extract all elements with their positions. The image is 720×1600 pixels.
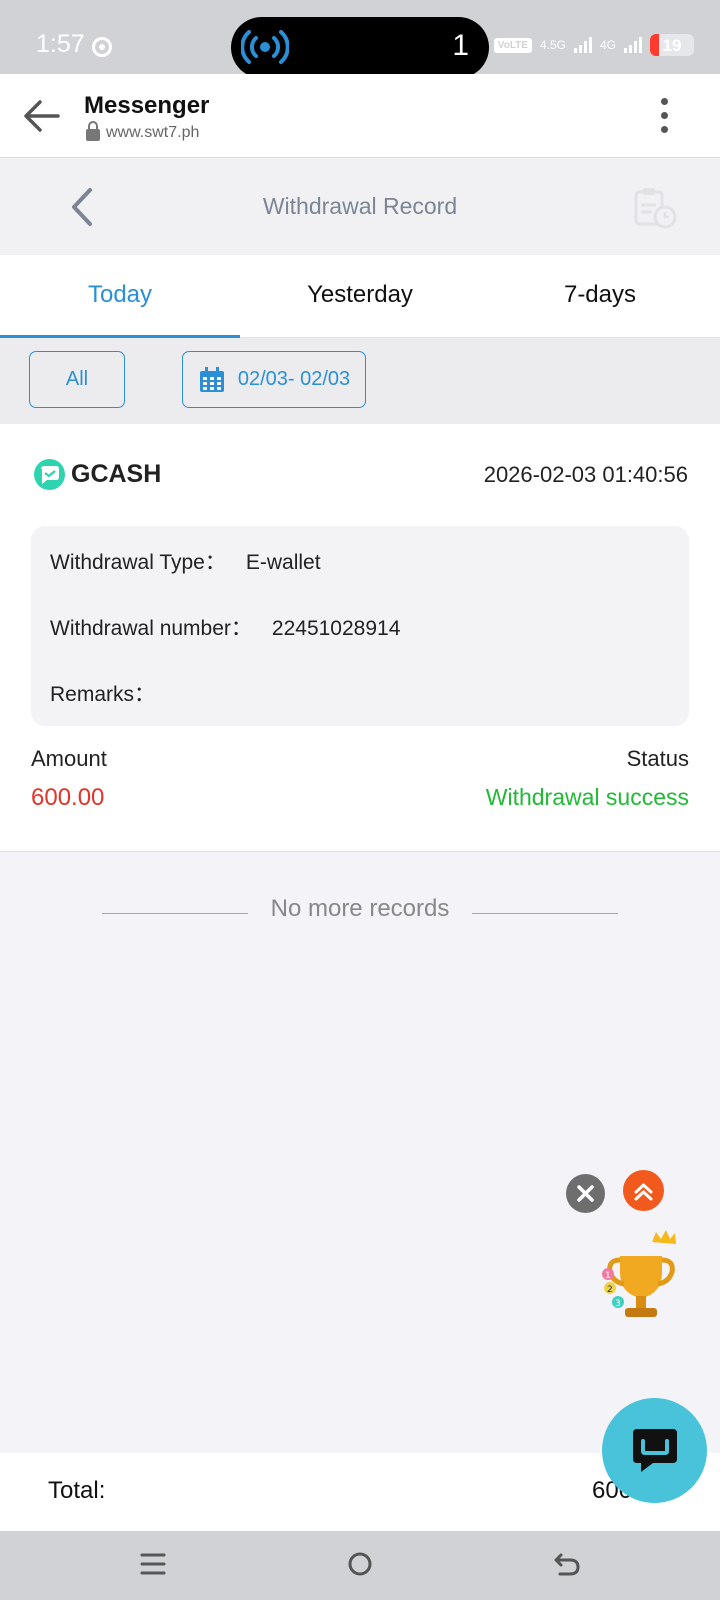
signal-icon (573, 37, 592, 53)
more-options-icon[interactable] (661, 98, 668, 133)
url-text: www.swt7.ph (106, 124, 200, 141)
back-icon[interactable] (552, 1549, 582, 1579)
system-nav-bar (0, 1531, 720, 1600)
menu-icon[interactable] (139, 1549, 167, 1579)
svg-text:3: 3 (615, 1299, 621, 1309)
tab-yesterday[interactable]: Yesterday (240, 255, 480, 337)
network-4g-label: 4G (599, 38, 616, 52)
status-bar: 1:57 1 VoLTE 4.5G 4G 19 (0, 0, 720, 78)
trophy-ranking-icon[interactable]: 1 2 3 (600, 1228, 682, 1328)
signal-icon-2 (624, 37, 642, 53)
browser-url: www.swt7.ph (86, 121, 200, 142)
withdrawal-number-label: Withdrawal number： (50, 617, 252, 640)
dynamic-island: 1 (231, 17, 489, 78)
provider-name: GCASH (71, 460, 162, 488)
browser-header: Messenger www.swt7.ph (0, 74, 720, 158)
scroll-top-button[interactable] (623, 1170, 664, 1211)
filter-bar: All 02/03- 02/03 (0, 338, 720, 424)
withdrawal-record-card: GCASH 2026-02-03 01:40:56 Withdrawal Typ… (0, 424, 720, 852)
remarks-label: Remarks： (50, 683, 156, 706)
battery-icon: 19 (650, 34, 694, 56)
status-indicators: VoLTE 4.5G 4G 19 (493, 34, 694, 56)
broadcast-icon (241, 30, 289, 64)
back-arrow-icon[interactable] (22, 96, 62, 136)
calendar-icon (199, 366, 224, 392)
total-label: Total: (48, 1477, 106, 1504)
chat-support-button[interactable] (602, 1398, 707, 1503)
battery-level: 19 (662, 36, 682, 55)
network-4-5g-label: 4.5G (539, 38, 566, 52)
withdrawal-type-label: Withdrawal Type： (50, 551, 226, 574)
tab-today[interactable]: Today (0, 255, 240, 338)
withdrawal-number-row: Withdrawal number： 22451028914 (50, 612, 400, 642)
status-label: Status (626, 746, 689, 771)
status-time: 1:57 (36, 30, 85, 58)
page-header: Withdrawal Record (0, 159, 720, 255)
record-datetime: 2026-02-03 01:40:56 (483, 462, 688, 487)
date-range-button[interactable]: 02/03- 02/03 (182, 351, 366, 408)
amount-label: Amount (31, 746, 107, 771)
double-chevron-up-icon (634, 1183, 653, 1201)
close-icon (577, 1185, 594, 1202)
filter-all-button[interactable]: All (29, 351, 125, 408)
withdrawal-number-value: 22451028914 (271, 617, 401, 640)
home-icon[interactable] (346, 1549, 374, 1579)
lock-icon (86, 121, 100, 141)
date-range-text: 02/03- 02/03 (237, 368, 351, 390)
svg-text:1: 1 (605, 1271, 611, 1281)
chrome-icon (92, 37, 112, 57)
no-more-records: No more records (270, 895, 450, 922)
gcash-logo-icon (34, 459, 65, 490)
date-tabs: Today Yesterday 7-days (0, 255, 720, 338)
tab-7-days[interactable]: 7-days (480, 255, 720, 337)
record-details: Withdrawal Type： E-wallet Withdrawal numb… (31, 526, 689, 726)
clipboard-history-icon[interactable] (632, 185, 678, 231)
close-float-button[interactable] (566, 1174, 605, 1213)
browser-title: Messenger (84, 92, 210, 119)
svg-text:2: 2 (607, 1285, 613, 1295)
volte-badge: VoLTE (493, 37, 532, 53)
page-title: Withdrawal Record (262, 193, 458, 219)
status-value: Withdrawal success (485, 784, 689, 810)
island-count: 1 (452, 29, 469, 62)
amount-value: 600.00 (31, 784, 105, 811)
remarks-row: Remarks： (50, 678, 175, 708)
chat-bubble-icon (633, 1429, 677, 1472)
withdrawal-type-value: E-wallet (245, 551, 321, 574)
withdrawal-type-row: Withdrawal Type： E-wallet (50, 546, 321, 576)
